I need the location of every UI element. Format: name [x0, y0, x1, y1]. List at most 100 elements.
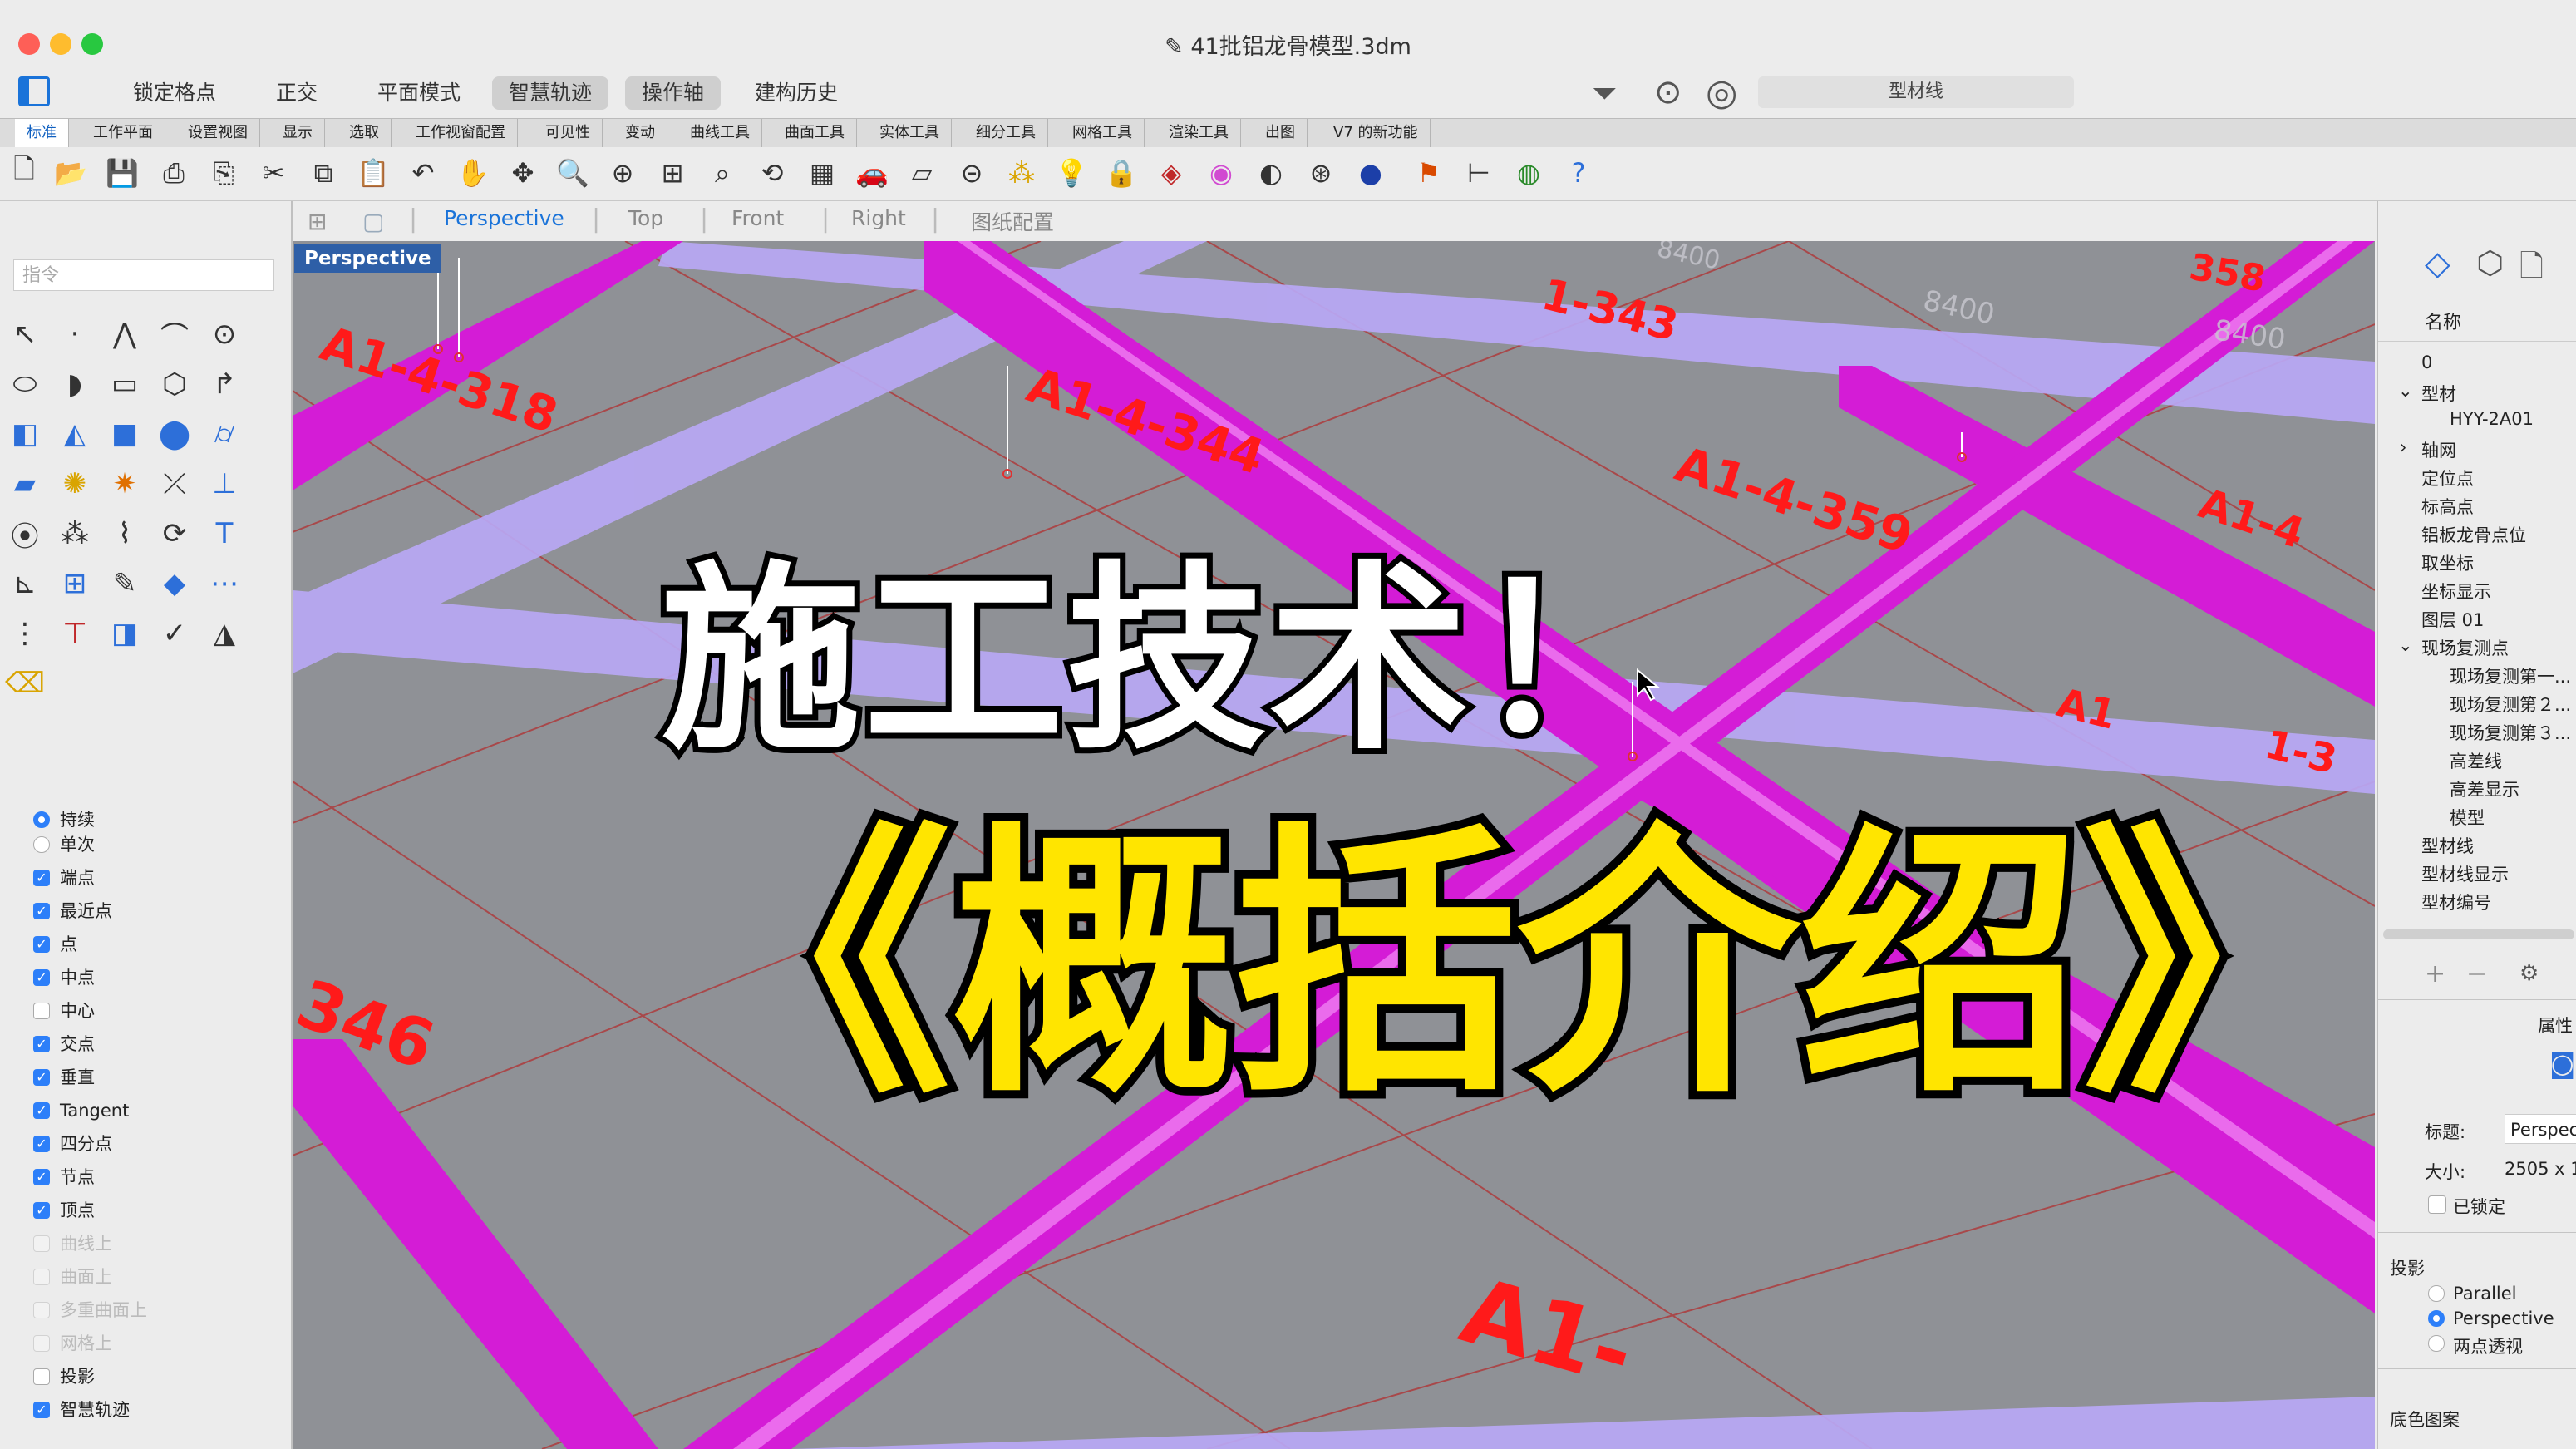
add-layer-icon[interactable]: + — [2425, 959, 2445, 988]
ungroup-icon[interactable]: ⁂ — [57, 515, 93, 552]
tab-transform[interactable]: 变动 — [613, 119, 667, 147]
osnap-smarttrack[interactable]: ✓ 智慧轨迹 — [33, 1395, 130, 1425]
layer-item[interactable]: 定位点 — [2421, 466, 2474, 490]
layer-item[interactable]: 型材 — [2421, 381, 2456, 406]
export-icon[interactable]: ⎘ — [208, 157, 239, 189]
toolbar-item-smarttrack[interactable]: 智慧轨迹 — [492, 76, 609, 110]
layer-item[interactable]: 型材线 — [2421, 833, 2474, 858]
collapse-arrow-icon[interactable]: › — [2400, 437, 2406, 457]
surface-corner-icon[interactable]: ◧ — [7, 416, 43, 452]
expand-arrow-icon[interactable]: ⌄ — [2398, 635, 2413, 655]
fillet-curve-icon[interactable]: ↱ — [206, 366, 243, 402]
circle-icon[interactable]: ⊙ — [206, 316, 243, 352]
select-arrow-icon[interactable]: ↖ — [7, 316, 43, 352]
lock-icon[interactable]: 🔒 — [1105, 157, 1138, 189]
text-icon[interactable]: T — [206, 515, 243, 552]
analyze-icon[interactable]: ◨ — [106, 615, 143, 652]
layers-panel-icon[interactable]: ◇ — [2425, 244, 2450, 283]
layer-options-gear-icon[interactable]: ⚙ — [2519, 961, 2539, 986]
viewport-grid-icon[interactable]: ▦ — [806, 157, 838, 189]
viewport-label[interactable]: Perspective — [294, 244, 441, 273]
arc-icon[interactable]: ◗ — [57, 366, 93, 402]
wireframe-sphere-icon[interactable]: ⊛ — [1305, 157, 1337, 189]
osnap-icon[interactable]: ⊝ — [956, 157, 988, 189]
rotate-icon[interactable]: ⟳ — [156, 515, 193, 552]
globe-icon[interactable]: ◍ — [1513, 157, 1544, 189]
command-input[interactable]: 指令 — [13, 259, 274, 291]
viewport-tab-perspective[interactable]: Perspective — [444, 206, 564, 230]
layer-item[interactable]: 取坐标 — [2421, 550, 2474, 575]
print-icon[interactable]: ⎙ — [158, 157, 190, 189]
osnap-project[interactable]: 投影 — [33, 1362, 95, 1392]
tab-drafting[interactable]: 出图 — [1254, 119, 1308, 147]
split-icon[interactable]: ⊥ — [206, 466, 243, 502]
camera-icon[interactable]: ◙ — [2549, 1047, 2575, 1079]
align-icon[interactable]: ⊤ — [57, 615, 93, 652]
osnap-intersection[interactable]: ✓ 交点 — [33, 1029, 95, 1059]
toolbar-item-gumball[interactable]: 操作轴 — [625, 76, 722, 110]
undo-icon[interactable]: ↶ — [407, 157, 439, 189]
box-icon[interactable]: ■ — [106, 416, 143, 452]
osnap-mode-oneshot[interactable]: 单次 — [33, 830, 95, 860]
viewport-tab-layouts[interactable]: 图纸配置 — [971, 206, 1054, 236]
grid-plane-icon[interactable]: ▱ — [906, 157, 938, 189]
save-icon[interactable]: 💾 — [106, 157, 139, 189]
locked-checkbox[interactable] — [2428, 1195, 2446, 1214]
filter-icon[interactable]: ⏷ — [1592, 75, 1617, 112]
tab-render-tools[interactable]: 渲染工具 — [1157, 119, 1241, 147]
tab-solid-tools[interactable]: 实体工具 — [868, 119, 952, 147]
pan-hand-icon[interactable]: ✋ — [456, 157, 490, 189]
toolbar-item-planar[interactable]: 平面模式 — [361, 76, 477, 110]
tab-select[interactable]: 选取 — [337, 119, 392, 147]
viewport-title-input[interactable]: Perspective — [2505, 1114, 2576, 1144]
sidebar-toggle-icon[interactable] — [18, 76, 50, 106]
layer-item[interactable]: 高差显示 — [2450, 776, 2519, 801]
layer-item[interactable]: 现场复测第２... — [2450, 692, 2571, 717]
group-icon[interactable]: ⦿ — [7, 515, 43, 554]
layer-item[interactable]: 铝板龙骨点位 — [2421, 522, 2526, 547]
check-icon[interactable]: ✓ — [156, 615, 193, 652]
eraser-icon[interactable]: ⌫ — [5, 665, 45, 702]
boolean-union-icon[interactable]: ⬤ — [156, 416, 193, 452]
viewport-layout-icon[interactable]: ⊞ — [308, 208, 327, 235]
tab-visibility[interactable]: 可见性 — [534, 119, 603, 147]
zoom-icon[interactable]: 🔍 — [556, 157, 589, 189]
tab-viewport-layout[interactable]: 工作视窗配置 — [404, 119, 518, 147]
layer-item[interactable]: 标高点 — [2421, 494, 2474, 519]
layer-item[interactable]: 现场复测点 — [2421, 635, 2509, 660]
rotate-view-icon[interactable]: ⟲ — [756, 157, 788, 189]
expand-arrow-icon[interactable]: ⌄ — [2398, 381, 2413, 401]
tab-standard[interactable]: 标准 — [15, 119, 69, 147]
properties-panel-icon[interactable]: ⬡ — [2476, 244, 2504, 281]
solid-edit-icon[interactable]: ◆ — [156, 565, 193, 602]
record-icon[interactable]: ⊙ — [1654, 73, 1682, 111]
copy-icon[interactable]: ⧉ — [308, 157, 339, 189]
toolbar-item-history[interactable]: 建构历史 — [738, 76, 855, 110]
osnap-center[interactable]: 中心 — [33, 996, 95, 1026]
mesh-plane-icon[interactable]: ▰ — [7, 466, 43, 502]
trim-icon[interactable]: ⤫ — [156, 466, 193, 502]
help-icon[interactable]: ? — [1563, 157, 1594, 189]
tab-display[interactable]: 显示 — [271, 119, 325, 147]
car-icon[interactable]: 🚗 — [855, 157, 889, 189]
explode-icon[interactable]: ✷ — [106, 466, 143, 502]
puzzle-icon[interactable]: ✺ — [57, 466, 93, 502]
osnap-perpendicular[interactable]: ✓ 垂直 — [33, 1062, 95, 1092]
document-panel-icon[interactable]: 🗋 — [2519, 244, 2544, 295]
osnap-end[interactable]: ✓ 端点 — [33, 863, 95, 893]
layer-item[interactable]: 高差线 — [2450, 748, 2502, 773]
tab-cplanes[interactable]: 工作平面 — [81, 119, 165, 147]
points-icon[interactable]: ⁂ — [1006, 157, 1037, 189]
single-viewport-icon[interactable]: ▢ — [362, 208, 384, 235]
open-folder-icon[interactable]: 📂 — [54, 157, 87, 189]
zoom-selected-icon[interactable]: ⌕ — [707, 157, 738, 189]
paste-icon[interactable]: 📋 — [357, 157, 390, 189]
layer-item[interactable]: 图层 01 — [2421, 607, 2484, 632]
polygon-icon[interactable]: ⬡ — [156, 366, 193, 402]
curve-icon[interactable]: ⌒ — [156, 316, 193, 354]
color-wheel-icon[interactable]: ◉ — [1205, 157, 1237, 189]
viewport-tab-top[interactable]: Top — [628, 206, 663, 230]
shaded-sphere-icon[interactable]: ◐ — [1255, 157, 1287, 189]
move-view-icon[interactable]: ✥ — [507, 157, 539, 189]
target-icon[interactable]: ◎ — [1706, 71, 1737, 114]
